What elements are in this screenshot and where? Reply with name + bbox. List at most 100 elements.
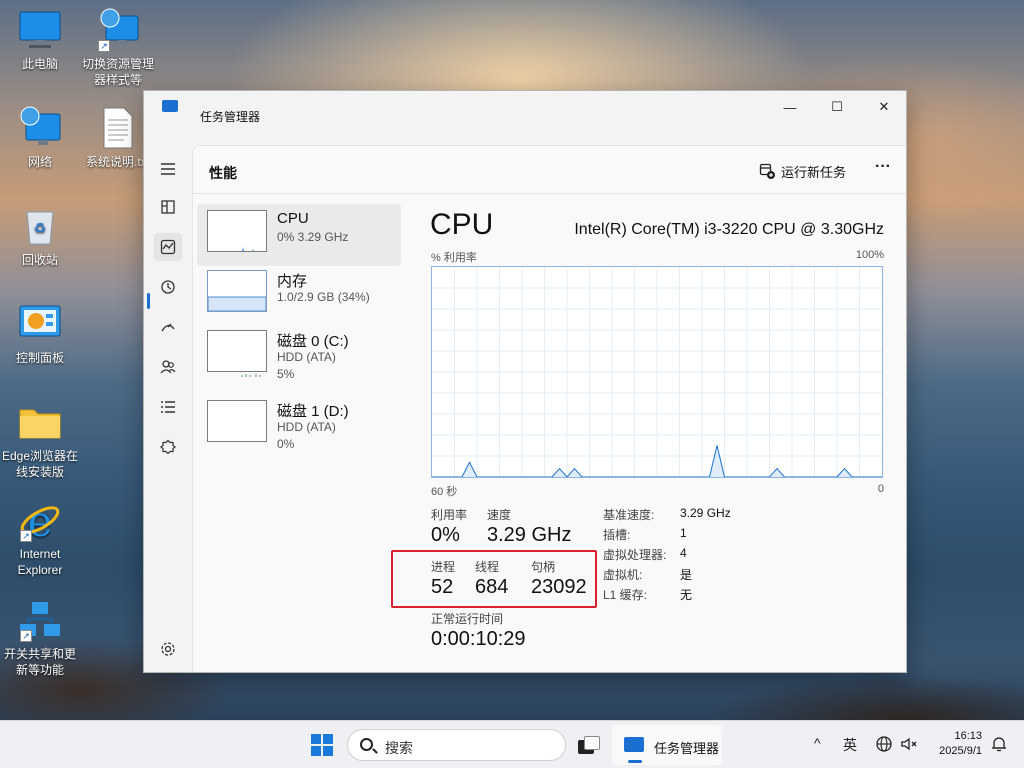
run-task-icon: [759, 163, 775, 179]
desktop-icon-switch-explorer[interactable]: ↗ 切换资源管理器样式等: [78, 8, 158, 88]
desktop-icon-recycle-bin[interactable]: ♻ 回收站: [0, 204, 80, 268]
clock-time: 16:13: [954, 730, 982, 742]
desktop-icon-label: 切换资源管理器样式等: [81, 57, 154, 87]
search-placeholder: 搜索: [385, 740, 413, 756]
spec-value: 无: [680, 588, 693, 602]
ime-indicator[interactable]: 英: [843, 735, 857, 755]
internet-explorer-icon: e ↗: [18, 497, 62, 546]
task-view-button[interactable]: [578, 736, 600, 754]
shortcut-arrow-icon: ↗: [20, 530, 32, 542]
svg-text:♻: ♻: [34, 220, 47, 236]
desktop-icon-network[interactable]: 网络: [0, 106, 80, 170]
taskbar-app-task-manager[interactable]: 任务管理器: [612, 725, 722, 765]
settings-icon[interactable]: [154, 635, 182, 663]
desktop-icon-control-panel[interactable]: 控制面板: [0, 302, 80, 366]
desktop-icon-sharing-toggle[interactable]: ↗ 开关共享和更新等功能: [0, 598, 80, 678]
hamburger-icon[interactable]: [154, 155, 182, 183]
resource-item-cpu[interactable]: CPU 0% 3.29 GHz: [197, 204, 401, 266]
services-icon[interactable]: [154, 433, 182, 461]
spec-value: 3.29 GHz: [680, 506, 731, 520]
run-new-task-label: 运行新任务: [781, 164, 847, 180]
uptime-label: 正常运行时间: [431, 612, 504, 626]
detail-title: CPU: [430, 208, 494, 241]
globe-monitor-icon: ↗: [96, 8, 140, 52]
resource-usage: 5%: [277, 367, 295, 381]
desktop-icon-label: 此电脑: [21, 57, 58, 71]
windows-logo-icon: [311, 734, 321, 744]
run-new-task-button[interactable]: 运行新任务: [759, 159, 846, 183]
utilization-value: 0%: [431, 524, 460, 546]
network-share-icon: ↗: [18, 598, 62, 642]
title-bar[interactable]: 任务管理器 — ☐ ✕: [144, 91, 907, 124]
search-icon: [360, 738, 373, 751]
maximize-button[interactable]: ☐: [814, 95, 860, 119]
resource-name: 磁盘 1 (D:): [277, 403, 349, 420]
volume-muted-icon[interactable]: [900, 735, 918, 756]
clock[interactable]: 16:13 2025/9/1: [930, 729, 982, 759]
taskbar: 搜索 任务管理器 ^ 英 16:13 2025/9/1: [0, 720, 1024, 768]
resource-detail: HDD (ATA): [277, 350, 336, 364]
spec-value: 1: [680, 526, 687, 540]
desktop-icon-internet-explorer[interactable]: e ↗ Internet Explorer: [0, 497, 80, 578]
processes-icon[interactable]: [154, 193, 182, 221]
uptime-value: 0:00:10:29: [431, 628, 526, 650]
details-icon[interactable]: [154, 393, 182, 421]
minimize-button[interactable]: —: [767, 95, 813, 119]
resource-item-memory[interactable]: 内存 1.0/2.9 GB (34%): [197, 264, 401, 326]
performance-pane: 性能 运行新任务 ··· CPU 0% 3.29 GHz 内存 1.0/2.9 …: [192, 145, 906, 672]
close-button[interactable]: ✕: [861, 95, 907, 119]
resource-item-disk-1[interactable]: 磁盘 1 (D:) HDD (ATA) 0%: [197, 394, 401, 456]
processes-value: 52: [431, 576, 454, 598]
speed-value: 3.29 GHz: [487, 524, 572, 546]
startup-apps-icon[interactable]: [154, 313, 182, 341]
desktop-icon-label: 开关共享和更新等功能: [3, 647, 76, 677]
network-globe-icon[interactable]: [875, 735, 893, 756]
memory-thumbnail-graph: [207, 270, 267, 312]
shortcut-arrow-icon: ↗: [20, 630, 32, 642]
resource-detail: 1.0/2.9 GB (34%): [277, 290, 370, 304]
start-button[interactable]: [311, 734, 333, 756]
cpu-model-name: Intel(R) Core(TM) i3-3220 CPU @ 3.30GHz: [574, 221, 884, 238]
spec-value: 是: [680, 568, 693, 582]
resource-name: CPU: [277, 210, 309, 227]
speed-label: 速度: [487, 508, 512, 522]
threads-label: 线程: [475, 560, 500, 574]
shortcut-arrow-icon: ↗: [98, 40, 110, 52]
disk0-thumbnail-graph: [207, 330, 267, 377]
spec-label: 虚拟机:: [603, 568, 643, 582]
utilization-label: 利用率: [431, 508, 468, 522]
task-manager-window: 任务管理器 — ☐ ✕ 性能 运行新任务 ··· CPU 0% 3.29 GHz…: [143, 90, 907, 673]
users-icon[interactable]: [154, 353, 182, 381]
spec-label: 基准速度:: [603, 508, 655, 522]
handles-value: 23092: [531, 576, 587, 598]
folder-icon: [18, 400, 62, 444]
spec-value: 4: [680, 546, 687, 560]
performance-icon[interactable]: [154, 233, 182, 261]
taskbar-search-box[interactable]: 搜索: [347, 729, 566, 761]
nav-rail: [144, 145, 192, 672]
notification-bell-icon[interactable]: [990, 735, 1008, 756]
desktop-icon-this-pc[interactable]: 此电脑: [0, 8, 80, 72]
active-app-indicator: [628, 760, 642, 763]
resource-detail: 0% 3.29 GHz: [277, 230, 349, 244]
more-options-button[interactable]: ···: [871, 158, 895, 182]
nav-active-indicator: [147, 293, 150, 309]
resource-name: 内存: [277, 273, 308, 290]
resource-name: 磁盘 0 (C:): [277, 333, 349, 350]
pane-header: 性能 运行新任务 ···: [193, 146, 906, 194]
desktop-icon-label: Edge浏览器在线安装版: [1, 449, 79, 479]
tray-overflow-chevron[interactable]: ^: [814, 735, 821, 751]
desktop-icon-label: 回收站: [21, 253, 58, 267]
text-file-icon: [96, 106, 140, 150]
recycle-bin-icon: ♻: [18, 204, 62, 248]
network-icon: [18, 106, 62, 150]
app-history-icon[interactable]: [154, 273, 182, 301]
spec-label: 插槽:: [603, 528, 631, 542]
resource-detail: HDD (ATA): [277, 420, 336, 434]
desktop-icon-label: 网络: [27, 155, 52, 169]
task-view-icon: [584, 736, 600, 750]
desktop-icon-edge-installer[interactable]: Edge浏览器在线安装版: [0, 400, 80, 480]
resource-item-disk-0[interactable]: 磁盘 0 (C:) HDD (ATA) 5%: [197, 324, 401, 386]
control-panel-icon: [18, 302, 62, 346]
task-manager-app-icon: [162, 100, 178, 112]
